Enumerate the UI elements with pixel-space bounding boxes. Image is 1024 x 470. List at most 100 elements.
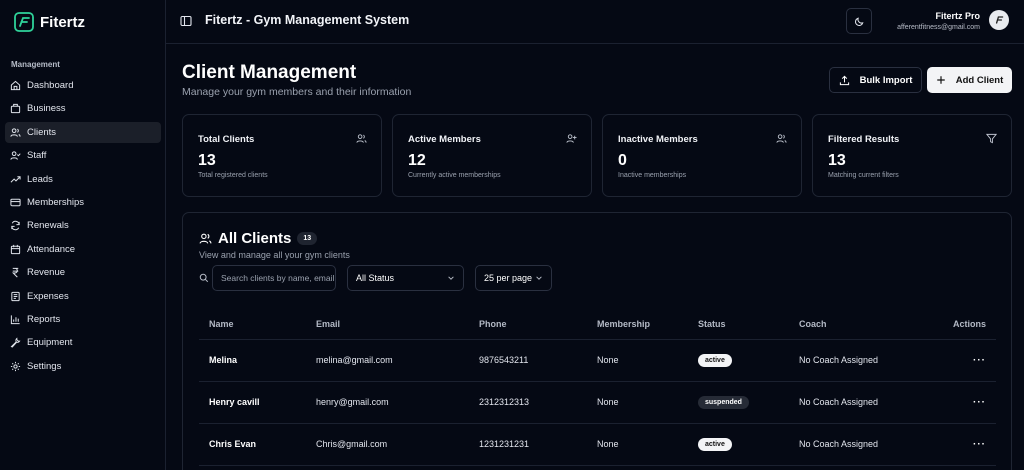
rupee-icon <box>10 267 21 278</box>
theme-toggle-button[interactable] <box>846 8 872 34</box>
more-actions-icon[interactable]: ··· <box>973 397 986 408</box>
stat-description: Inactive memberships <box>618 172 687 179</box>
more-actions-icon[interactable]: ··· <box>973 439 986 450</box>
client-count-badge: 13 <box>297 232 318 245</box>
sidebar-item-renewals[interactable]: Renewals <box>5 215 161 236</box>
sidebar-item-label: Business <box>27 103 66 115</box>
panel-subtitle: View and manage all your gym clients <box>199 250 350 260</box>
sidebar-item-label: Revenue <box>27 267 66 279</box>
client-status-cell: active <box>688 423 789 466</box>
column-header-membership[interactable]: Membership <box>587 309 688 340</box>
brand[interactable]: Fitertz <box>14 12 85 32</box>
stat-value: 13 <box>828 152 846 169</box>
client-membership: None <box>587 381 688 424</box>
stat-card-filtered-results: Filtered Results 13 Matching current fil… <box>812 114 1012 197</box>
sidebar-item-staff[interactable]: Staff <box>5 145 161 166</box>
table-row[interactable]: Melina melina@gmail.com 9876543211 None … <box>199 339 996 382</box>
client-coach: No Coach Assigned <box>789 423 919 466</box>
client-email: melina@gmail.com <box>306 339 469 382</box>
search-icon <box>199 273 209 283</box>
building-icon <box>10 103 21 114</box>
sidebar-item-memberships[interactable]: Memberships <box>5 192 161 213</box>
table-row[interactable]: Henry cavill henry@gmail.com 2312312313 … <box>199 381 996 424</box>
bar-chart-icon <box>10 314 21 325</box>
sidebar-item-label: Staff <box>27 150 47 162</box>
sidebar-item-dashboard[interactable]: Dashboard <box>5 75 161 96</box>
stat-value: 12 <box>408 152 426 169</box>
filter-icon <box>986 133 997 144</box>
page-subtitle: Manage your gym members and their inform… <box>182 86 412 98</box>
column-header-email[interactable]: Email <box>306 309 469 340</box>
user-plus-icon <box>566 133 577 144</box>
status-filter-select[interactable]: All Status <box>347 265 464 291</box>
table-header-row: Name Email Phone Membership Status Coach… <box>199 309 996 340</box>
row-actions-cell: ··· <box>919 423 996 466</box>
column-header-coach[interactable]: Coach <box>789 309 919 340</box>
brand-logo-icon <box>995 16 1004 24</box>
all-clients-panel: All Clients 13 View and manage all your … <box>182 212 1012 470</box>
client-phone: 9876543211 <box>469 339 587 382</box>
stat-title: Inactive Members <box>618 134 698 145</box>
stat-title: Active Members <box>408 134 481 145</box>
add-client-button[interactable]: Add Client <box>927 67 1012 93</box>
add-client-label: Add Client <box>955 74 1004 86</box>
bulk-import-button[interactable]: Bulk Import <box>829 67 922 93</box>
stat-card-active-members: Active Members 12 Currently active membe… <box>392 114 592 197</box>
sidebar-item-expenses[interactable]: Expenses <box>5 286 161 307</box>
search-input[interactable] <box>212 265 336 291</box>
client-name: Melina <box>199 339 306 382</box>
clients-table: Name Email Phone Membership Status Coach… <box>199 309 996 466</box>
per-page-select[interactable]: 25 per page <box>475 265 552 291</box>
sidebar-toggle-icon[interactable] <box>180 15 192 27</box>
gear-icon <box>10 361 21 372</box>
status-badge: active <box>698 353 732 367</box>
row-actions-cell: ··· <box>919 339 996 382</box>
sidebar-item-label: Settings <box>27 360 62 372</box>
brand-name: Fitertz <box>40 13 85 31</box>
plus-icon <box>937 76 945 84</box>
client-email: henry@gmail.com <box>306 381 469 424</box>
stat-title: Filtered Results <box>828 134 900 145</box>
column-header-name[interactable]: Name <box>199 309 306 340</box>
more-actions-icon[interactable]: ··· <box>973 355 986 366</box>
chevron-down-icon <box>448 276 454 280</box>
sidebar-item-clients[interactable]: Clients <box>5 121 161 143</box>
column-header-status[interactable]: Status <box>688 309 789 340</box>
stat-description: Total registered clients <box>198 172 268 179</box>
stat-value: 13 <box>198 152 216 169</box>
user-name: Fitertz Pro <box>935 11 980 21</box>
avatar[interactable] <box>989 10 1009 30</box>
stat-description: Currently active memberships <box>408 172 501 179</box>
sidebar-item-equipment[interactable]: Equipment <box>5 332 161 353</box>
table-row[interactable]: Chris Evan Chris@gmail.com 1231231231 No… <box>199 423 996 466</box>
client-name: Henry cavill <box>199 381 306 424</box>
sidebar-item-business[interactable]: Business <box>5 98 161 119</box>
app-title: Fitertz - Gym Management System <box>205 13 410 27</box>
stat-card-total-clients: Total Clients 13 Total registered client… <box>182 114 382 197</box>
column-header-actions: Actions <box>919 309 996 340</box>
row-actions-cell: ··· <box>919 381 996 424</box>
client-name: Chris Evan <box>199 423 306 466</box>
sidebar-item-reports[interactable]: Reports <box>5 309 161 330</box>
client-status-cell: suspended <box>688 381 789 424</box>
sidebar-item-revenue[interactable]: Revenue <box>5 262 161 283</box>
trending-icon <box>10 174 21 185</box>
panel-header: All Clients 13 <box>199 230 318 247</box>
column-header-phone[interactable]: Phone <box>469 309 587 340</box>
sidebar-item-label: Attendance <box>27 243 76 255</box>
sidebar-item-attendance[interactable]: Attendance <box>5 239 161 260</box>
refresh-icon <box>10 220 21 231</box>
stat-description: Matching current filters <box>828 172 899 179</box>
sidebar-item-label: Dashboard <box>27 80 74 91</box>
stat-card-inactive-members: Inactive Members 0 Inactive memberships <box>602 114 802 197</box>
sidebar-item-label: Clients <box>27 126 57 138</box>
brand-logo-icon <box>14 12 34 32</box>
stat-value: 0 <box>618 152 627 169</box>
client-status-cell: active <box>688 339 789 382</box>
chevron-down-icon <box>536 276 542 280</box>
status-filter-value: All Status <box>356 273 395 283</box>
sidebar-item-leads[interactable]: Leads <box>5 169 161 190</box>
sidebar-item-settings[interactable]: Settings <box>5 356 161 377</box>
sidebar-item-label: Equipment <box>27 337 73 349</box>
per-page-value: 25 per page <box>484 273 533 283</box>
